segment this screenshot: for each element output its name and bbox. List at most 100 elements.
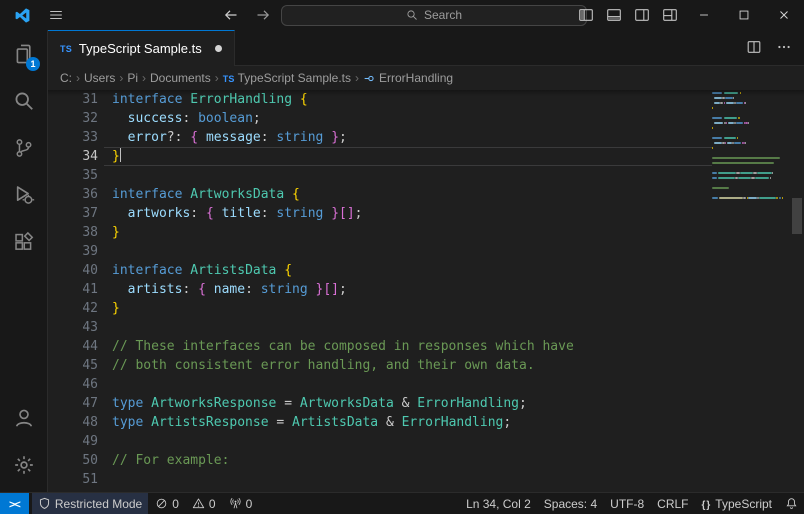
status-warnings[interactable]: 0 (186, 493, 222, 514)
code-line[interactable]: 37 artworks: { title: string }[]; (48, 204, 712, 223)
code-line[interactable]: 42} (48, 299, 712, 318)
line-number[interactable]: 51 (48, 470, 98, 489)
activity-bar: 1 (0, 30, 48, 492)
status-cursor-position[interactable]: Ln 34, Col 2 (460, 493, 537, 514)
breadcrumb-item[interactable]: ErrorHandling (363, 71, 453, 85)
account-icon (13, 407, 35, 429)
minimap[interactable] (712, 90, 790, 492)
breadcrumb-separator: › (119, 71, 123, 85)
customize-layout-icon[interactable] (656, 2, 684, 28)
code-line[interactable]: 52const handleArtistsResponse = (respons… (48, 489, 712, 492)
back-arrow-icon[interactable] (217, 2, 245, 28)
code-line[interactable]: 47type ArtworksResponse = ArtworksData &… (48, 394, 712, 413)
minimize-button[interactable] (684, 0, 724, 30)
status-ports[interactable]: 0 (223, 493, 259, 514)
status-notifications[interactable] (779, 493, 804, 514)
toggle-panel-icon[interactable] (600, 2, 628, 28)
code-line[interactable]: 38} (48, 223, 712, 242)
line-number[interactable]: 38 (48, 223, 98, 242)
title-bar: Search (0, 0, 804, 30)
breadcrumb-item[interactable]: TSTypeScript Sample.ts (223, 71, 351, 85)
typescript-file-icon: TS (60, 44, 72, 54)
split-editor-icon[interactable] (740, 34, 768, 60)
activity-search[interactable] (0, 77, 47, 124)
line-number[interactable]: 46 (48, 375, 98, 394)
status-indentation-label: Spaces: 4 (544, 497, 597, 511)
code-line[interactable]: 33 error?: { message: string }; (48, 128, 712, 147)
activity-explorer[interactable]: 1 (0, 30, 47, 77)
search-input[interactable]: Search (281, 5, 587, 26)
code-line[interactable]: 50// For example: (48, 451, 712, 470)
activity-accounts[interactable] (0, 394, 47, 441)
status-encoding[interactable]: UTF-8 (604, 493, 650, 514)
code-text: artworks: { title: string }[]; (112, 204, 712, 223)
line-number[interactable]: 40 (48, 261, 98, 280)
status-errors[interactable]: 0 (149, 493, 185, 514)
code-line[interactable]: 32 success: boolean; (48, 109, 712, 128)
breadcrumb-item[interactable]: Users (84, 71, 115, 85)
code-line[interactable]: 31interface ErrorHandling { (48, 90, 712, 109)
code-text: } (112, 223, 712, 242)
scrollbar-thumb[interactable] (792, 198, 802, 234)
code-line[interactable]: 36interface ArtworksData { (48, 185, 712, 204)
tab-bar: TS TypeScript Sample.ts (48, 30, 804, 66)
code-line[interactable]: 46 (48, 375, 712, 394)
line-number[interactable]: 48 (48, 413, 98, 432)
breadcrumb-item[interactable]: Pi (127, 71, 138, 85)
toggle-sidebar-icon[interactable] (572, 2, 600, 28)
status-restricted-mode[interactable]: Restricted Mode (32, 493, 148, 514)
status-bar: ><Restricted Mode000 Ln 34, Col 2Spaces:… (0, 492, 804, 514)
breadcrumb-item[interactable]: Documents (150, 71, 211, 85)
code-text: } (112, 147, 712, 166)
activity-run-debug[interactable] (0, 171, 47, 218)
line-number[interactable]: 34 (48, 147, 98, 166)
activity-extensions[interactable] (0, 218, 47, 265)
line-number[interactable]: 42 (48, 299, 98, 318)
editor-scrollbar[interactable] (790, 90, 804, 492)
breadcrumb-item[interactable]: C: (60, 71, 72, 85)
code-line[interactable]: 34} (48, 147, 712, 166)
code-line[interactable]: 41 artists: { name: string }[]; (48, 280, 712, 299)
line-number[interactable]: 36 (48, 185, 98, 204)
line-number[interactable]: 41 (48, 280, 98, 299)
code-line[interactable]: 43 (48, 318, 712, 337)
line-number[interactable]: 37 (48, 204, 98, 223)
line-number[interactable]: 45 (48, 356, 98, 375)
code-line[interactable]: 49 (48, 432, 712, 451)
line-number[interactable]: 33 (48, 128, 98, 147)
code-line[interactable]: 48type ArtistsResponse = ArtistsData & E… (48, 413, 712, 432)
forward-arrow-icon[interactable] (249, 2, 277, 28)
toggle-secondary-sidebar-icon[interactable] (628, 2, 656, 28)
status-remote[interactable]: >< (0, 493, 29, 514)
line-number[interactable]: 49 (48, 432, 98, 451)
status-encoding-label: UTF-8 (610, 497, 644, 511)
activity-settings[interactable] (0, 441, 47, 488)
line-number[interactable]: 52 (48, 489, 98, 492)
activity-source-control[interactable] (0, 124, 47, 171)
line-number[interactable]: 31 (48, 90, 98, 109)
line-number[interactable]: 50 (48, 451, 98, 470)
line-number[interactable]: 43 (48, 318, 98, 337)
line-number[interactable]: 32 (48, 109, 98, 128)
status-language[interactable]: {}TypeScript (696, 493, 779, 514)
code-editor[interactable]: 31interface ErrorHandling {32 success: b… (48, 90, 804, 492)
maximize-button[interactable] (724, 0, 764, 30)
menu-icon[interactable] (42, 2, 70, 28)
status-indentation[interactable]: Spaces: 4 (538, 493, 603, 514)
code-line[interactable]: 51 (48, 470, 712, 489)
code-line[interactable]: 39 (48, 242, 712, 261)
status-eol[interactable]: CRLF (651, 493, 694, 514)
code-text (112, 166, 712, 185)
code-line[interactable]: 35 (48, 166, 712, 185)
tab-typescript-sample[interactable]: TS TypeScript Sample.ts (48, 30, 235, 66)
line-number[interactable]: 44 (48, 337, 98, 356)
line-number[interactable]: 35 (48, 166, 98, 185)
status-cursor-position-label: Ln 34, Col 2 (466, 497, 531, 511)
code-line[interactable]: 44// These interfaces can be composed in… (48, 337, 712, 356)
close-button[interactable] (764, 0, 804, 30)
line-number[interactable]: 39 (48, 242, 98, 261)
more-actions-icon[interactable] (770, 34, 798, 60)
code-line[interactable]: 40interface ArtistsData { (48, 261, 712, 280)
line-number[interactable]: 47 (48, 394, 98, 413)
code-line[interactable]: 45// both consistent error handling, and… (48, 356, 712, 375)
